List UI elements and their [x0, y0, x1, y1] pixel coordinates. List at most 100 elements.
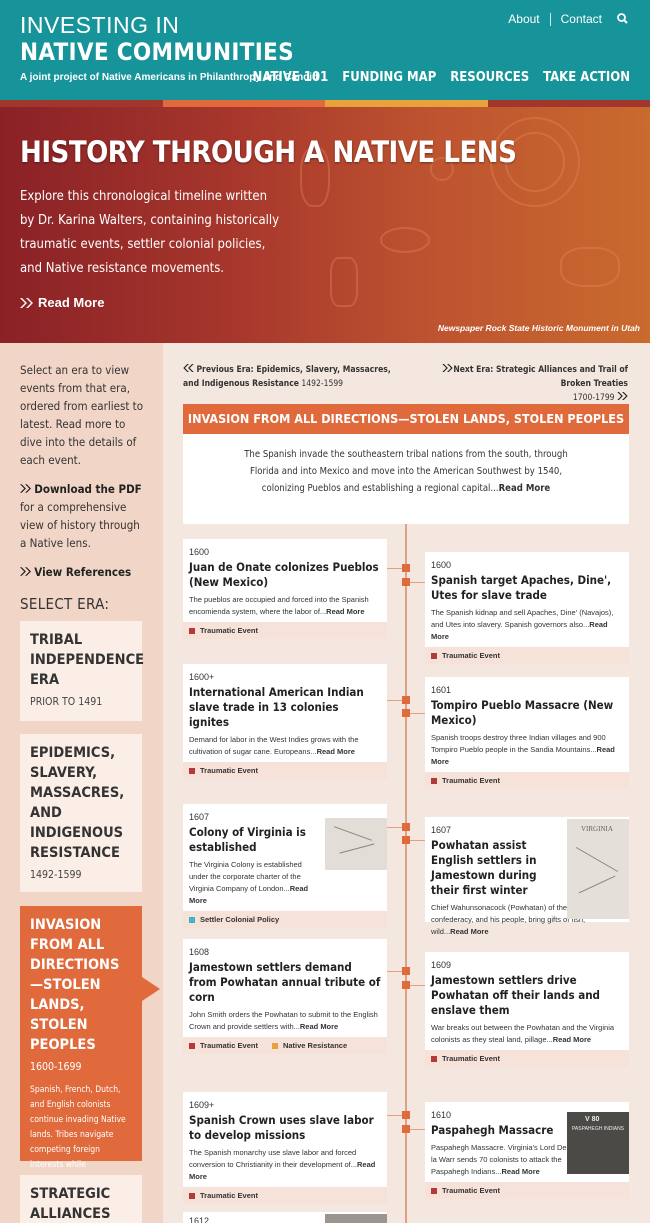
- divider: [549, 12, 551, 26]
- nav-funding-map[interactable]: FUNDING MAP: [342, 70, 436, 85]
- era-dates: 1600-1699: [30, 1061, 82, 1073]
- timeline-marker: [402, 696, 410, 704]
- event-year: 1600: [431, 560, 452, 570]
- utility-nav: About Contact: [508, 12, 630, 26]
- tag-traumatic-event: Traumatic Event: [189, 626, 258, 635]
- tag-traumatic-event: Traumatic Event: [189, 1041, 258, 1050]
- timeline-marker: [402, 981, 410, 989]
- timeline-marker: [402, 967, 410, 975]
- event-text: Paspahegh Massacre. Virginia's Lord De l…: [431, 1143, 567, 1176]
- view-references-link[interactable]: View References: [20, 563, 145, 581]
- sidebar-intro: Select an era to view events from that e…: [20, 363, 144, 467]
- event-text: Spanish troops destroy three Indian vill…: [431, 733, 606, 754]
- era-card-tribal-independence[interactable]: TRIBAL INDEPENDENCE ERA PRIOR TO 1491: [20, 621, 145, 721]
- era-title: TRIBAL INDEPENDENCE ERA: [30, 632, 145, 688]
- timeline-marker: [402, 578, 410, 586]
- event-year: 1600: [189, 547, 210, 557]
- era-title: STRATEGIC ALLIANCES AND: [30, 1186, 111, 1222]
- event-text: John Smith orders the Powhatan to submit…: [189, 1010, 378, 1031]
- era-card-epidemics[interactable]: EPIDEMICS, SLAVERY, MASSACRES, AND INDIG…: [20, 734, 142, 892]
- event-card[interactable]: 1601 Tompiro Pueblo Massacre (New Mexico)…: [425, 677, 629, 789]
- nav-resources[interactable]: RESOURCES: [450, 70, 529, 85]
- hero-read-more-link[interactable]: Read More: [20, 295, 104, 310]
- double-chevron-right-icon: [442, 364, 454, 372]
- event-title: Jamestown settlers demand from Powhatan …: [189, 960, 381, 1004]
- event-read-more[interactable]: Read More: [300, 1022, 338, 1031]
- previous-era-label: Previous Era: Epidemics, Slavery, Massac…: [183, 365, 391, 389]
- era-dates: PRIOR TO 1491: [30, 696, 103, 708]
- event-card[interactable]: 1609 Jamestown settlers drive Powhatan of…: [425, 952, 629, 1067]
- event-read-more[interactable]: Read More: [553, 1035, 591, 1044]
- event-title: Jamestown settlers drive Powhatan off th…: [431, 973, 600, 1017]
- event-title: Colony of Virginia is established: [189, 825, 306, 854]
- about-link[interactable]: About: [508, 12, 539, 26]
- event-year: 1610: [431, 1110, 452, 1120]
- timeline-marker: [402, 709, 410, 717]
- nav-take-action[interactable]: TAKE ACTION: [543, 70, 630, 85]
- double-chevron-right-icon: [20, 484, 31, 493]
- view-references-label: View References: [34, 565, 132, 579]
- era-dates: 1492-1599: [30, 869, 82, 881]
- era-card-strategic-alliances[interactable]: STRATEGIC ALLIANCES AND: [20, 1175, 142, 1223]
- main-nav: NATIVE 101 FUNDING MAP RESOURCES TAKE AC…: [253, 70, 630, 85]
- hero-caption: Newspaper Rock State Historic Monument i…: [437, 323, 640, 333]
- previous-era-link[interactable]: Previous Era: Epidemics, Slavery, Massac…: [183, 363, 393, 391]
- event-card[interactable]: 1600 Spanish target Apaches, Dine', Utes …: [425, 552, 629, 664]
- nav-native-101[interactable]: NATIVE 101: [253, 70, 329, 85]
- era-summary-read-more[interactable]: Read More: [499, 483, 551, 494]
- event-card[interactable]: 1607 Colony of Virginia is established The…: [183, 804, 387, 928]
- tag-settler-colonial-policy: Settler Colonial Policy: [189, 915, 279, 924]
- event-read-more[interactable]: Read More: [317, 747, 355, 756]
- timeline-main: Previous Era: Epidemics, Slavery, Massac…: [163, 343, 650, 1223]
- event-year: 1600+: [189, 672, 215, 682]
- era-title: EPIDEMICS, SLAVERY, MASSACRES, AND INDIG…: [30, 745, 125, 861]
- double-chevron-right-icon: [617, 392, 628, 400]
- event-read-more[interactable]: Read More: [326, 607, 364, 616]
- event-text: The Spanish monarchy use slave labor and…: [189, 1148, 357, 1169]
- event-year: 1609: [431, 960, 452, 970]
- event-card[interactable]: 1609+ Spanish Crown uses slave labor to d…: [183, 1092, 387, 1204]
- hero-title: HISTORY THROUGH A NATIVE LENS: [20, 135, 517, 169]
- map-thumbnail: VIRGINIA: [567, 819, 629, 919]
- event-card[interactable]: 1610 Paspahegh Massacre Paspahegh Massacre…: [425, 1102, 629, 1199]
- event-title: International American Indian slave trad…: [189, 685, 364, 729]
- double-chevron-right-icon: [20, 567, 31, 576]
- tag-traumatic-event: Traumatic Event: [189, 1191, 258, 1200]
- event-read-more[interactable]: Read More: [450, 927, 488, 936]
- event-card[interactable]: 1607 Powhatan assist English settlers in …: [425, 817, 629, 936]
- previous-era-years: 1492-1599: [301, 379, 344, 389]
- timeline-marker: [402, 564, 410, 572]
- event-title: Paspahegh Massacre: [431, 1123, 554, 1137]
- next-era-link[interactable]: Next Era: Strategic Alliances and Trail …: [418, 363, 628, 405]
- double-chevron-right-icon: [20, 297, 33, 308]
- event-card[interactable]: 1600+ International American Indian slave…: [183, 664, 387, 779]
- hero-description: Explore this chronological timeline writ…: [20, 189, 280, 276]
- tag-traumatic-event: Traumatic Event: [189, 766, 258, 775]
- search-icon[interactable]: [616, 12, 630, 26]
- contact-link[interactable]: Contact: [561, 12, 602, 26]
- event-read-more[interactable]: Read More: [501, 1167, 539, 1176]
- event-card[interactable]: 1612: [183, 1212, 387, 1223]
- timeline-marker: [402, 823, 410, 831]
- logo-line-1[interactable]: INVESTING IN: [20, 12, 179, 39]
- era-title: INVASION FROM ALL DIRECTIONS—STOLEN LAND…: [30, 917, 120, 1053]
- active-era-pointer: [142, 977, 160, 1001]
- download-pdf-label: Download the PDF: [34, 482, 142, 496]
- tag-traumatic-event: Traumatic Event: [431, 1186, 500, 1195]
- thumbnail: [325, 1214, 387, 1223]
- hero-read-more-label: Read More: [38, 295, 105, 310]
- download-pdf-link[interactable]: Download the PDF for a comprehensive vie…: [20, 480, 145, 552]
- tag-traumatic-event: Traumatic Event: [431, 776, 500, 785]
- hero-banner: HISTORY THROUGH A NATIVE LENS Explore th…: [0, 107, 650, 343]
- logo-line-2[interactable]: NATIVE COMMUNITIES: [20, 38, 294, 66]
- event-card[interactable]: 1600 Juan de Onate colonizes Pueblos (New…: [183, 539, 387, 639]
- era-card-invasion-active[interactable]: INVASION FROM ALL DIRECTIONS—STOLEN LAND…: [20, 906, 142, 1215]
- timeline-marker: [402, 836, 410, 844]
- historical-marker-thumbnail: V 80 PASPAHEGH INDIANS: [567, 1112, 629, 1174]
- era-banner-title: INVASION FROM ALL DIRECTIONS—STOLEN LAND…: [187, 411, 625, 426]
- event-title: Spanish Crown uses slave labor to develo…: [189, 1113, 374, 1142]
- event-card[interactable]: 1608 Jamestown settlers demand from Powha…: [183, 939, 387, 1054]
- event-year: 1601: [431, 685, 452, 695]
- sidebar: Select an era to view events from that e…: [0, 343, 163, 1223]
- tag-traumatic-event: Traumatic Event: [431, 1054, 500, 1063]
